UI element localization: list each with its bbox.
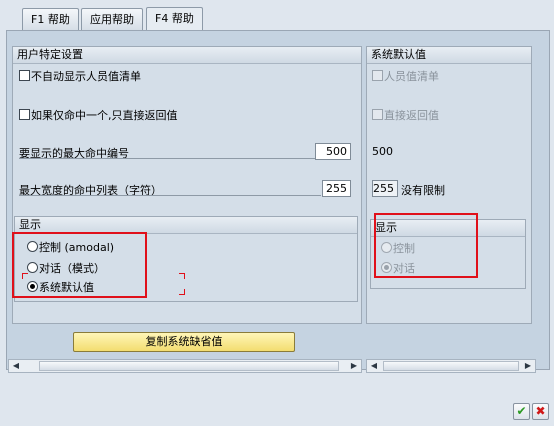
sys-value-list-checkbox bbox=[372, 70, 383, 81]
annotation-corner bbox=[22, 273, 28, 279]
tab-app-help[interactable]: 应用帮助 bbox=[81, 8, 143, 30]
tab-strip: F1 帮助 应用帮助 F4 帮助 bbox=[0, 0, 554, 31]
sys-direct-return-label: 直接返回值 bbox=[384, 109, 439, 122]
direct-return-label: 如果仅命中一个,只直接返回值 bbox=[31, 109, 178, 122]
sys-value-list-label: 人员值清单 bbox=[384, 70, 439, 83]
copy-system-defaults-button[interactable]: 复制系统缺省值 bbox=[73, 332, 295, 352]
left-horizontal-scrollbar[interactable]: ◀ ▶ bbox=[8, 359, 362, 373]
scroll-right-icon[interactable]: ▶ bbox=[347, 360, 361, 372]
max-hits-underline bbox=[19, 158, 315, 159]
scroll-right-icon[interactable]: ▶ bbox=[521, 360, 535, 372]
annotation-box-system bbox=[374, 213, 478, 278]
direct-return-checkbox[interactable] bbox=[19, 109, 30, 120]
max-width-underline bbox=[19, 195, 321, 196]
scroll-thumb[interactable] bbox=[39, 361, 339, 371]
scroll-left-icon[interactable]: ◀ bbox=[367, 360, 381, 372]
sys-max-hits-value: 500 bbox=[372, 145, 393, 158]
bottom-toolbar: ✔ ✖ bbox=[0, 376, 554, 426]
close-icon[interactable]: ✖ bbox=[532, 403, 549, 420]
tab-f1-help[interactable]: F1 帮助 bbox=[22, 8, 79, 30]
sys-unlimited-label: 没有限制 bbox=[401, 184, 445, 197]
right-horizontal-scrollbar[interactable]: ◀ ▶ bbox=[366, 359, 536, 373]
user-settings-title: 用户特定设置 bbox=[13, 47, 361, 64]
scroll-left-icon[interactable]: ◀ bbox=[9, 360, 23, 372]
max-width-input[interactable]: 255 bbox=[322, 180, 351, 197]
max-hits-input[interactable]: 500 bbox=[315, 143, 351, 160]
scroll-thumb[interactable] bbox=[383, 361, 519, 371]
annotation-corner bbox=[179, 273, 185, 279]
sys-max-width-field: 255 bbox=[372, 180, 398, 197]
no-auto-display-checkbox[interactable] bbox=[19, 70, 30, 81]
tab-label: 应用帮助 bbox=[90, 13, 134, 26]
tab-label: F4 帮助 bbox=[155, 12, 194, 25]
system-default-title: 系统默认值 bbox=[367, 47, 531, 64]
no-auto-display-label: 不自动显示人员值清单 bbox=[31, 70, 141, 83]
tab-f4-help[interactable]: F4 帮助 bbox=[146, 7, 203, 31]
checkmark-icon[interactable]: ✔ bbox=[513, 403, 530, 420]
annotation-box-user bbox=[12, 232, 147, 298]
tab-label: F1 帮助 bbox=[31, 13, 70, 26]
annotation-corner bbox=[179, 289, 185, 295]
sys-direct-return-checkbox bbox=[372, 109, 383, 120]
